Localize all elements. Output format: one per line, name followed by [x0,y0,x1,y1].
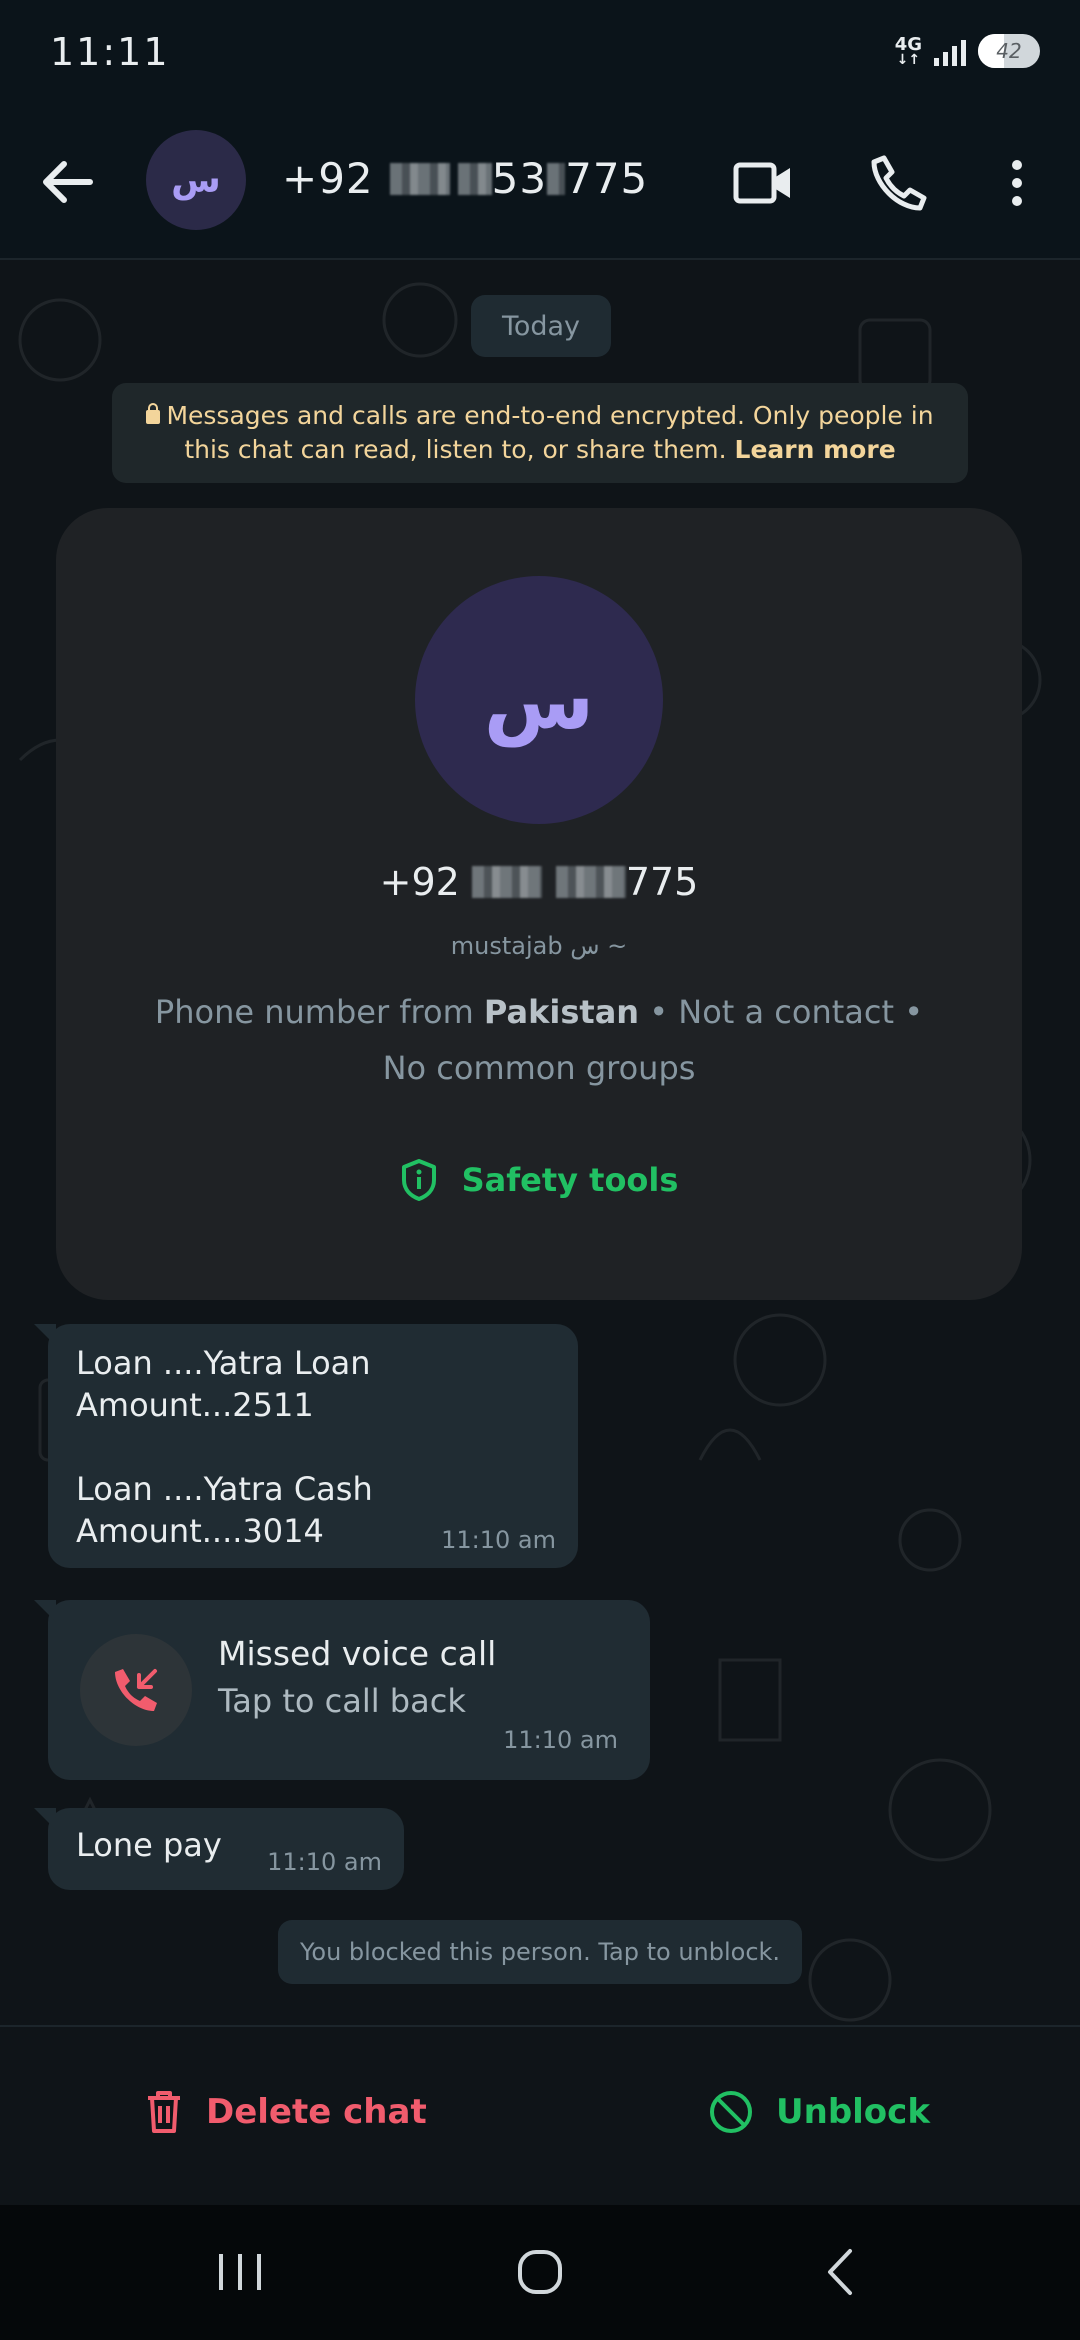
status-time: 11:11 [50,30,170,74]
redacted-digits [389,162,450,195]
missed-call-icon [80,1634,192,1746]
nav-back-icon[interactable] [800,2237,880,2307]
battery-icon: 42 [978,34,1040,68]
date-chip: Today [471,295,611,357]
encryption-notice[interactable]: Messages and calls are end-to-end encryp… [112,383,968,483]
push-name: mustajab س ~ [450,932,628,960]
unblock-button[interactable]: Unblock [708,2089,930,2135]
card-avatar[interactable]: س [415,576,663,824]
message-text: Loan ....Yatra Loan Amount...2511 Loan .… [76,1344,373,1550]
more-vert-icon[interactable] [992,148,1042,218]
redacted-digits [555,866,626,898]
message-time: 11:10 am [441,1526,556,1554]
lock-icon [146,403,161,424]
shield-icon [401,1159,436,1201]
video-call-icon[interactable] [728,148,798,218]
chat-header: س +92 53 775 [0,110,1080,260]
message-time: 11:10 am [267,1848,382,1876]
contact-avatar[interactable]: س [146,130,246,230]
message-text: Lone pay [76,1826,222,1864]
safety-tools-label: Safety tools [461,1161,679,1199]
chat-area[interactable]: Today Messages and calls are end-to-end … [0,260,1080,2025]
phone-icon[interactable] [864,148,934,218]
back-arrow-icon[interactable] [36,150,100,214]
safety-tools-button[interactable]: Safety tools [56,1158,1022,1202]
delete-chat-button[interactable]: Delete chat [144,2089,427,2135]
recents-icon[interactable] [200,2237,280,2307]
home-icon[interactable] [500,2237,580,2307]
status-bar: 11:11 4G ↓↑ 42 [0,0,1080,110]
missed-call-bubble[interactable]: Missed voice call Tap to call back 11:10… [34,1600,650,1780]
message-time: 11:10 am [503,1726,618,1754]
card-phone-number: +92 775 [379,860,699,904]
battery-level: 42 [996,39,1022,63]
message-bubble[interactable]: Lone pay 11:10 am [34,1808,404,1890]
learn-more-link[interactable]: Learn more [735,435,896,464]
status-indicators: 4G ↓↑ 42 [895,34,1040,68]
contact-info-card: س +92 775 mustajab س ~ Phone number from… [56,508,1022,1300]
message-bubble[interactable]: Loan ....Yatra Loan Amount...2511 Loan .… [34,1324,578,1568]
redacted-digits [471,866,542,898]
blocked-actions-bar: Delete chat Unblock [0,2025,1080,2205]
call-back-hint: Tap to call back [218,1682,466,1720]
network-4g-icon: 4G ↓↑ [894,34,922,68]
redacted-digits [457,162,492,195]
system-nav-bar [0,2205,1080,2340]
missed-call-title: Missed voice call [218,1634,497,1673]
contact-details: Phone number from Pakistan • Not a conta… [154,993,924,1087]
block-icon [710,2091,752,2133]
redacted-digits [547,162,566,195]
contact-name[interactable]: +92 53 775 [282,154,648,203]
signal-strength-icon [934,36,966,66]
blocked-notice[interactable]: You blocked this person. Tap to unblock. [278,1920,802,1984]
trash-icon [148,2091,180,2133]
